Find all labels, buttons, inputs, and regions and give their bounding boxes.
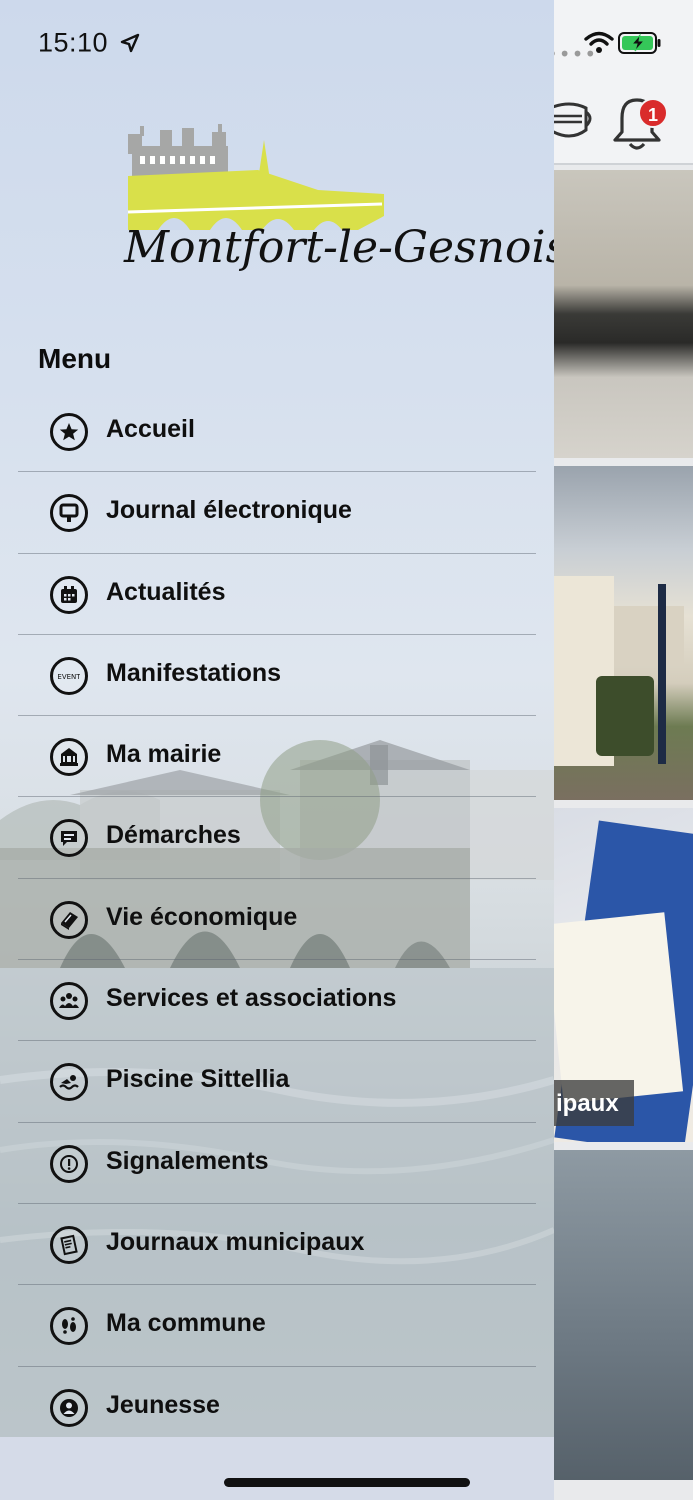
menu-item-label: Journal électronique: [106, 496, 352, 525]
battery-charging-icon: [618, 32, 661, 54]
news-tile[interactable]: [554, 466, 693, 800]
menu-item-label: Actualités: [106, 577, 226, 606]
wifi-icon: [584, 31, 614, 53]
newspaper-icon: [50, 1225, 88, 1264]
menu-title: Menu: [38, 343, 112, 374]
warning-icon: [50, 1144, 88, 1183]
book-icon: [50, 900, 88, 939]
menu-item-signalements[interactable]: Signalements: [18, 1123, 536, 1205]
menu-item-label: Jeunesse: [106, 1390, 220, 1419]
event-icon: EVENT: [50, 656, 88, 695]
background-header: •••• 1: [554, 0, 693, 165]
menu-item-services-et-associations[interactable]: Services et associations: [18, 960, 536, 1042]
menu-item-piscine-sittellia[interactable]: Piscine Sittellia: [18, 1041, 536, 1123]
menu-item-label: Vie économique: [106, 902, 298, 931]
group-icon: [50, 982, 88, 1021]
footprints-icon: [50, 1307, 88, 1346]
notification-badge: 1: [638, 98, 668, 128]
menu-item-journal-electronique[interactable]: Journal électronique: [18, 472, 536, 554]
news-tile[interactable]: [554, 170, 693, 458]
menu-item-label: Ma mairie: [106, 740, 222, 769]
tile-image-newspaper-page: [554, 912, 684, 1104]
menu-item-vie-economique[interactable]: Vie économique: [18, 879, 536, 961]
menu-list: Accueil Journal électronique Actualités …: [18, 391, 536, 1448]
menu-item-accueil[interactable]: Accueil: [18, 391, 536, 473]
menu-item-label: Accueil: [106, 415, 195, 443]
town-logo-text: Montfort-le-Gesnois: [124, 222, 554, 273]
menu-item-label: Piscine Sittellia: [106, 1065, 290, 1094]
status-bar-right: ••••: [554, 26, 693, 66]
menu-item-journaux-municipaux[interactable]: Journaux municipaux: [18, 1204, 536, 1286]
menu-item-label: Services et associations: [106, 984, 397, 1013]
drawer-footer: [0, 1437, 554, 1500]
swimmer-icon: [50, 1063, 88, 1102]
background-app: •••• 1: [554, 0, 693, 1500]
home-indicator[interactable]: [224, 1478, 470, 1487]
menu-item-label: Ma commune: [106, 1309, 266, 1338]
star-icon: [50, 413, 88, 451]
menu-item-label: Journaux municipaux: [106, 1227, 365, 1256]
town-hall-icon: [50, 738, 88, 777]
menu-item-manifestations[interactable]: EVENT Manifestations: [18, 635, 536, 717]
location-arrow-icon: [120, 33, 140, 53]
menu-item-actualites[interactable]: Actualités: [18, 554, 536, 636]
side-drawer: 15:10 Montfort-le-Gesnois Menu Accueil J…: [0, 0, 554, 1500]
user-icon: [50, 1388, 88, 1427]
menu-item-label: Manifestations: [106, 658, 282, 687]
tile-caption: ipaux: [556, 1090, 619, 1117]
menu-item-jeunesse[interactable]: Jeunesse: [18, 1367, 536, 1448]
menu-item-demarches[interactable]: Démarches: [18, 797, 536, 880]
tile-image-hedge: [596, 676, 654, 756]
status-time-text: 15:10: [38, 27, 109, 58]
news-tile[interactable]: ipaux: [554, 808, 693, 1142]
menu-item-label: Signalements: [106, 1146, 269, 1175]
menu-item-label: Démarches: [106, 821, 241, 850]
status-time: 15:10: [38, 26, 140, 58]
billboard-icon: [50, 494, 88, 533]
chat-bubble-icon: [50, 819, 88, 858]
svg-text:EVENT: EVENT: [58, 673, 80, 681]
tile-image-building: [614, 606, 684, 666]
news-tile[interactable]: [554, 1150, 693, 1480]
menu-item-ma-commune[interactable]: Ma commune: [18, 1285, 536, 1367]
tile-image-lamp-post: [658, 584, 666, 764]
menu-item-ma-mairie[interactable]: Ma mairie: [18, 716, 536, 798]
calendar-icon: [50, 575, 88, 614]
face-mask-icon[interactable]: [554, 90, 594, 150]
